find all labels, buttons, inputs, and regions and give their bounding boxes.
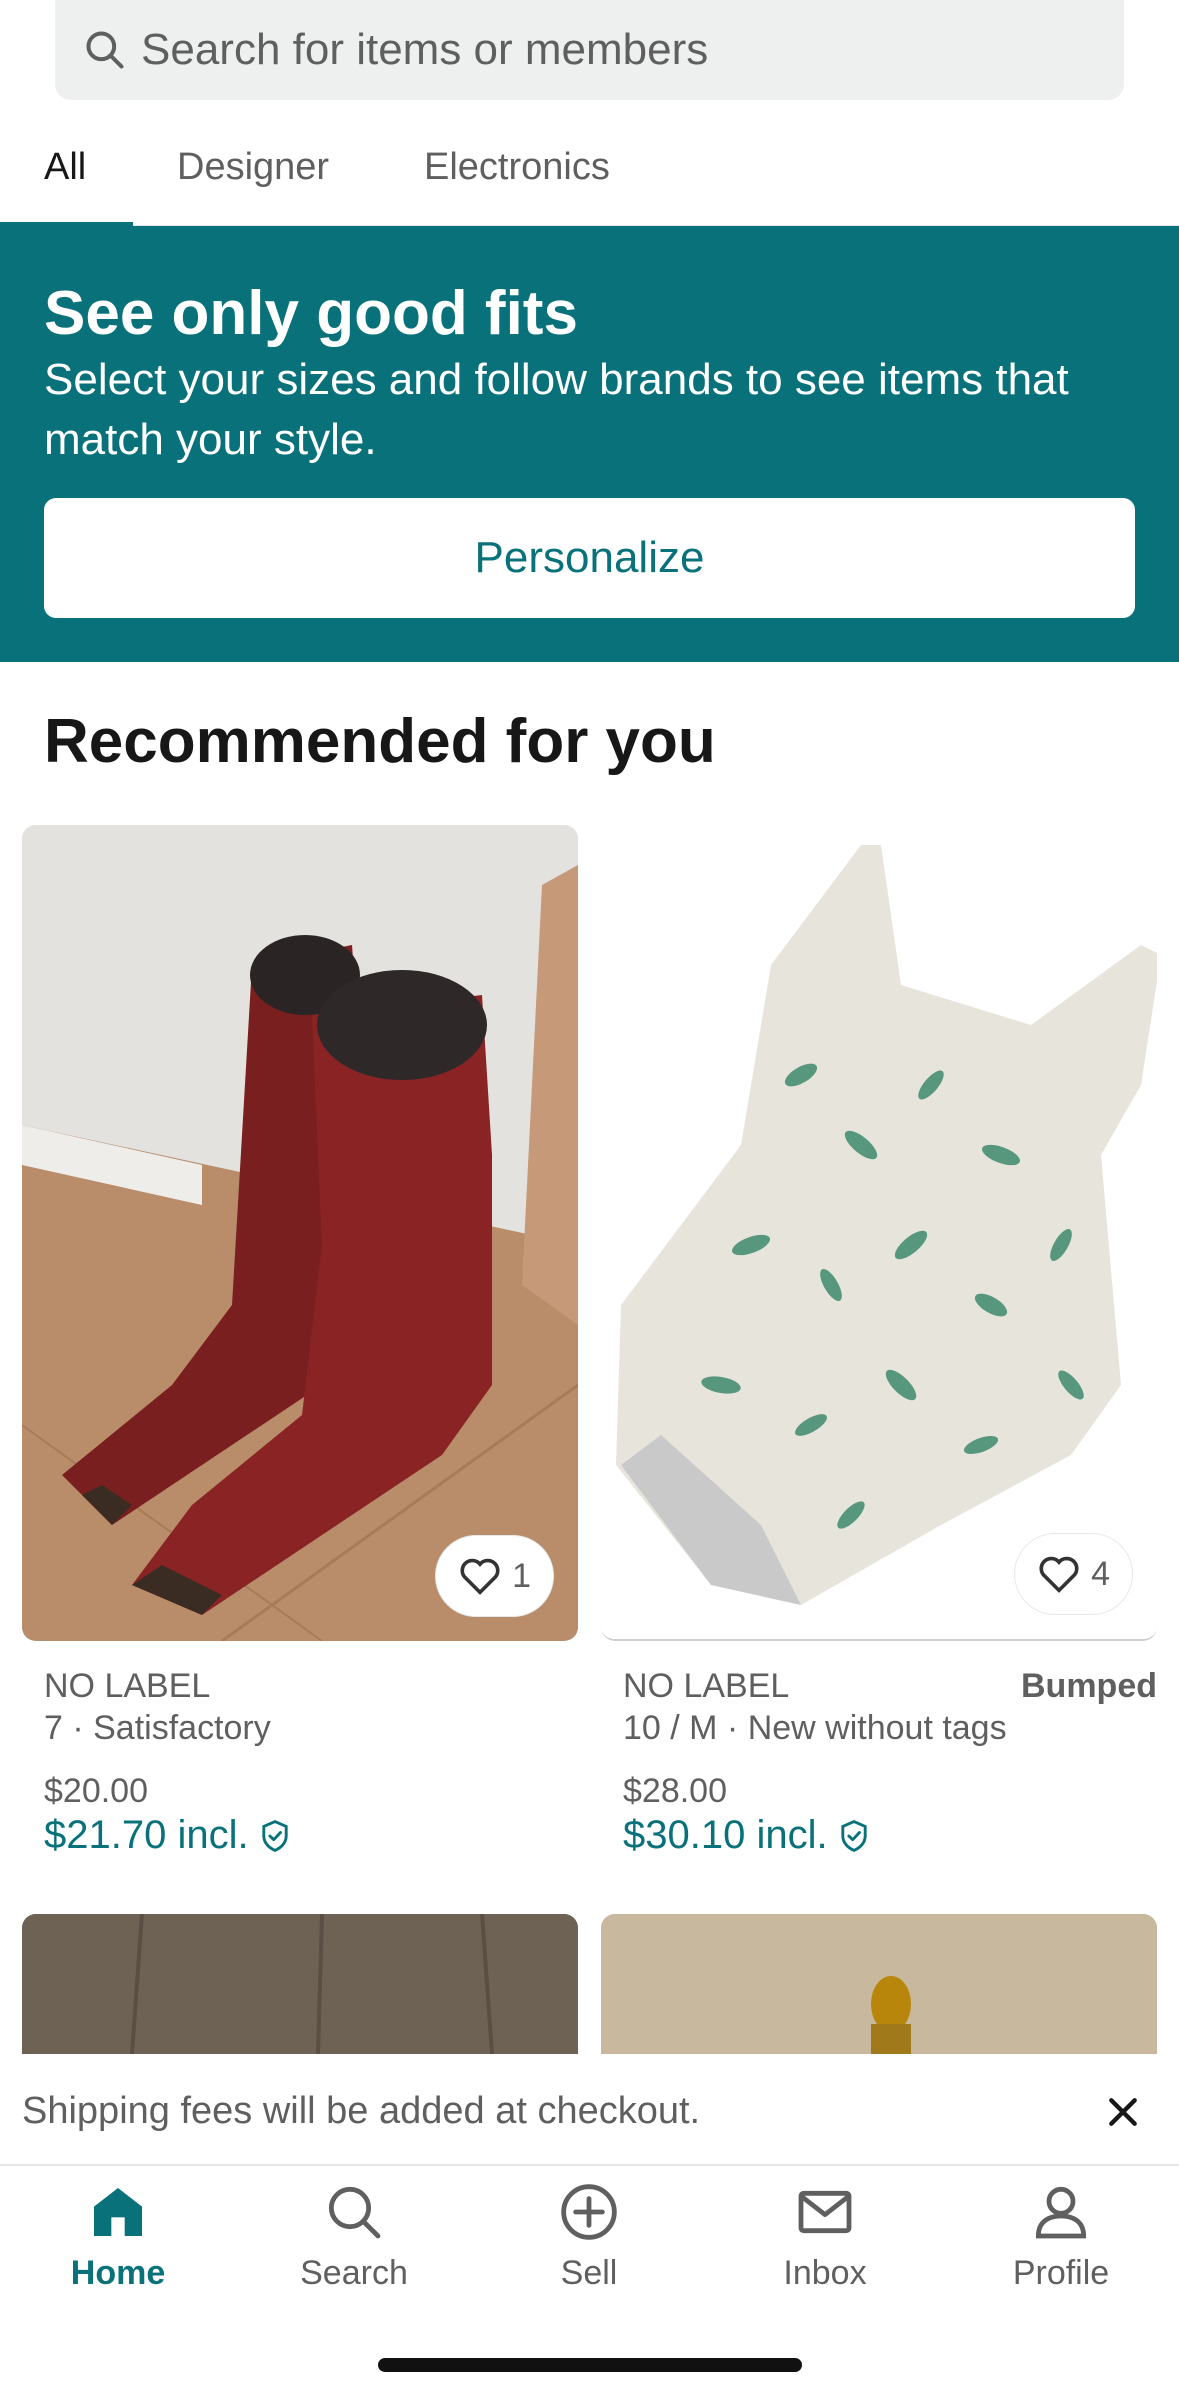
heart-icon: [1039, 1556, 1079, 1593]
listing-price: $20.00: [44, 1772, 148, 1810]
listing-photo-peek[interactable]: [601, 1914, 1157, 2054]
price-incl-text: $30.10 incl.: [623, 1813, 828, 1857]
nav-label: Home: [70, 2254, 166, 2292]
like-button[interactable]: 1: [435, 1535, 554, 1617]
nav-inbox[interactable]: Inbox: [707, 2180, 943, 2293]
home-indicator: [378, 2358, 802, 2372]
search-bar[interactable]: [55, 0, 1124, 100]
listing-card[interactable]: 1 NO LABEL 7 · Satisfactory $20.00 $21.7…: [22, 825, 578, 1857]
search-icon: [328, 2186, 381, 2239]
tab-designer[interactable]: Designer: [177, 146, 329, 189]
listing-brand: NO LABEL: [623, 1667, 790, 1705]
nav-sell[interactable]: Sell: [471, 2180, 707, 2293]
category-tabs: All Designer Electronics: [0, 128, 1179, 228]
listing-price-incl: $30.10 incl.: [623, 1813, 870, 1858]
like-button[interactable]: 4: [1014, 1533, 1133, 1615]
plus-circle-icon: [561, 2184, 617, 2240]
nav-home[interactable]: Home: [0, 2180, 236, 2293]
banner-title: See only good fits: [44, 279, 578, 348]
listing-photo[interactable]: 1: [22, 825, 578, 1641]
nav-label: Sell: [560, 2254, 618, 2292]
search-input[interactable]: [141, 25, 1041, 75]
listing-price: $28.00: [623, 1772, 727, 1810]
close-icon[interactable]: [1103, 2092, 1143, 2132]
home-icon: [94, 2188, 142, 2236]
person-icon: [1035, 2186, 1087, 2239]
personalize-button[interactable]: Personalize: [44, 498, 1135, 618]
price-incl-text: $21.70 incl.: [44, 1813, 249, 1857]
listing-brand: NO LABEL: [44, 1667, 211, 1705]
home-feed-screen: All Designer Electronics See only good f…: [0, 0, 1179, 2396]
heart-icon: [460, 1558, 500, 1595]
listing-size-condition: 10 / M · New without tags: [623, 1709, 1007, 1747]
nav-label: Profile: [1012, 2254, 1110, 2292]
listing-price-incl: $21.70 incl.: [44, 1813, 291, 1858]
listing-card[interactable]: 4 NO LABEL Bumped 10 / M · New without t…: [601, 825, 1157, 1857]
like-count: 1: [512, 1556, 531, 1595]
nav-profile[interactable]: Profile: [943, 2180, 1179, 2293]
like-count: 4: [1091, 1554, 1110, 1593]
nav-label: Inbox: [783, 2254, 867, 2292]
listing-photo[interactable]: 4: [601, 825, 1157, 1641]
personalize-banner: See only good fits Select your sizes and…: [0, 226, 1179, 662]
shipping-notice-text: Shipping fees will be added at checkout.: [22, 2090, 701, 2132]
listing-photo-peek[interactable]: [22, 1914, 578, 2054]
shield-check-icon[interactable]: [259, 1818, 291, 1854]
tab-electronics[interactable]: Electronics: [424, 146, 610, 189]
shield-check-icon[interactable]: [838, 1818, 870, 1854]
search-icon: [86, 31, 124, 69]
mail-icon: [798, 2190, 852, 2234]
nav-search[interactable]: Search: [236, 2180, 472, 2293]
listing-size-condition: 7 · Satisfactory: [44, 1709, 271, 1747]
shipping-notice: Shipping fees will be added at checkout.: [0, 2056, 1179, 2166]
bumped-badge: Bumped: [1021, 1667, 1157, 1705]
nav-label: Search: [300, 2254, 408, 2292]
tab-all[interactable]: All: [44, 146, 86, 189]
banner-subtitle: Select your sizes and follow brands to s…: [44, 355, 1069, 464]
section-title: Recommended for you: [44, 707, 716, 776]
